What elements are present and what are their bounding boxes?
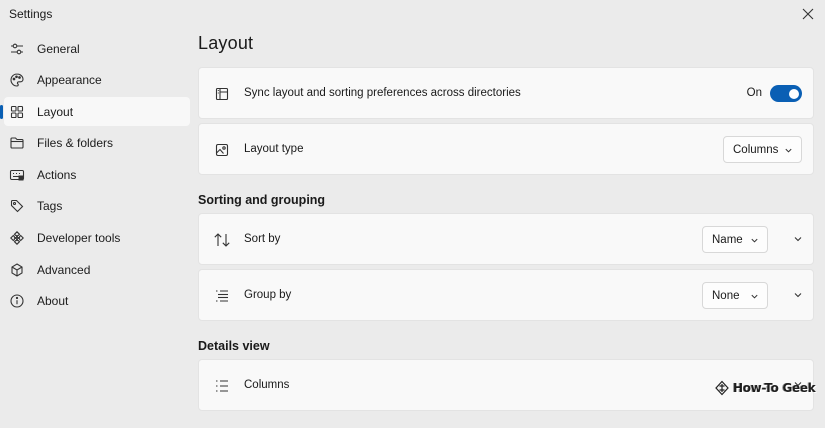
keyboard-icon — [9, 167, 25, 183]
sorting-grouping-heading: Sorting and grouping — [198, 193, 326, 207]
close-button[interactable] — [793, 0, 823, 28]
sidebar-item-label: Advanced — [37, 262, 91, 277]
sidebar-item-label: About — [37, 294, 69, 309]
window-title: Settings — [9, 7, 53, 21]
toggle-state-text: On — [746, 87, 762, 99]
chevron-down-icon — [751, 238, 758, 243]
sidebar-item-label: Appearance — [37, 73, 102, 88]
palette-icon — [9, 72, 25, 88]
sidebar-item-label: Actions — [37, 167, 77, 182]
page-title: Layout — [198, 33, 254, 53]
sidebar-item-appearance[interactable]: Appearance — [4, 66, 190, 95]
beaker-icon — [9, 262, 25, 278]
sync-toggle-switch[interactable] — [770, 85, 802, 102]
sidebar-item-advanced[interactable]: Advanced — [4, 255, 190, 284]
group-by-dropdown[interactable]: None — [702, 282, 768, 309]
sidebar-item-tags[interactable]: Tags — [4, 192, 190, 221]
sort-arrows-icon — [213, 231, 231, 249]
details-view-heading: Details view — [198, 339, 270, 353]
image-layout-icon — [213, 141, 231, 159]
sidebar-item-label: Layout — [37, 104, 74, 119]
sidebar-item-label: Developer tools — [37, 231, 121, 246]
layout-type-label: Layout type — [244, 143, 304, 155]
sidebar-item-developer-tools[interactable]: Developer tools — [4, 224, 190, 253]
sync-preferences-label: Sync layout and sorting preferences acro… — [244, 87, 521, 99]
tag-icon — [9, 198, 25, 214]
sidebar-item-actions[interactable]: Actions — [4, 160, 190, 189]
watermark: How-To Geek — [714, 379, 816, 397]
chevron-down-icon — [794, 237, 802, 242]
group-by-value: None — [712, 289, 740, 302]
sync-layout-icon — [213, 85, 231, 103]
info-icon — [9, 293, 25, 309]
geek-logo-icon — [715, 380, 729, 396]
group-by-card: Group by None — [198, 269, 814, 321]
watermark-text: How-To Geek — [733, 381, 816, 395]
sort-by-label: Sort by — [244, 233, 281, 245]
sort-by-dropdown[interactable]: Name — [702, 226, 768, 253]
sync-preferences-card: Sync layout and sorting preferences acro… — [198, 67, 814, 119]
sidebar-item-label: General — [37, 41, 80, 56]
layout-type-value: Columns — [733, 143, 779, 156]
puzzle-icon — [9, 230, 25, 246]
sidebar-nav: General Appearance Layout Files & folder… — [0, 34, 194, 318]
columns-list-icon — [213, 377, 231, 395]
sidebar-item-about[interactable]: About — [4, 287, 190, 316]
sidebar-item-general[interactable]: General — [4, 34, 190, 63]
layout-type-dropdown[interactable]: Columns — [723, 136, 802, 163]
sidebar-item-label: Files & folders — [37, 136, 114, 151]
sliders-icon — [9, 41, 25, 57]
close-icon — [802, 8, 814, 20]
group-list-icon — [213, 287, 231, 305]
layout-type-card: Layout type Columns — [198, 123, 814, 175]
sort-by-expand-button[interactable] — [791, 232, 805, 246]
folder-icon — [9, 135, 25, 151]
chevron-down-icon — [785, 148, 792, 153]
chevron-down-icon — [751, 294, 758, 299]
sidebar-item-layout[interactable]: Layout — [0, 97, 190, 127]
sort-by-value: Name — [712, 233, 743, 246]
grid-icon — [9, 104, 25, 120]
group-by-label: Group by — [244, 289, 292, 301]
chevron-down-icon — [794, 293, 802, 298]
sort-by-card: Sort by Name — [198, 213, 814, 265]
group-by-expand-button[interactable] — [791, 288, 805, 302]
sidebar-item-files-folders[interactable]: Files & folders — [4, 129, 190, 158]
columns-label: Columns — [244, 379, 290, 391]
sidebar-item-label: Tags — [37, 199, 63, 214]
title-bar: Settings — [0, 0, 825, 30]
